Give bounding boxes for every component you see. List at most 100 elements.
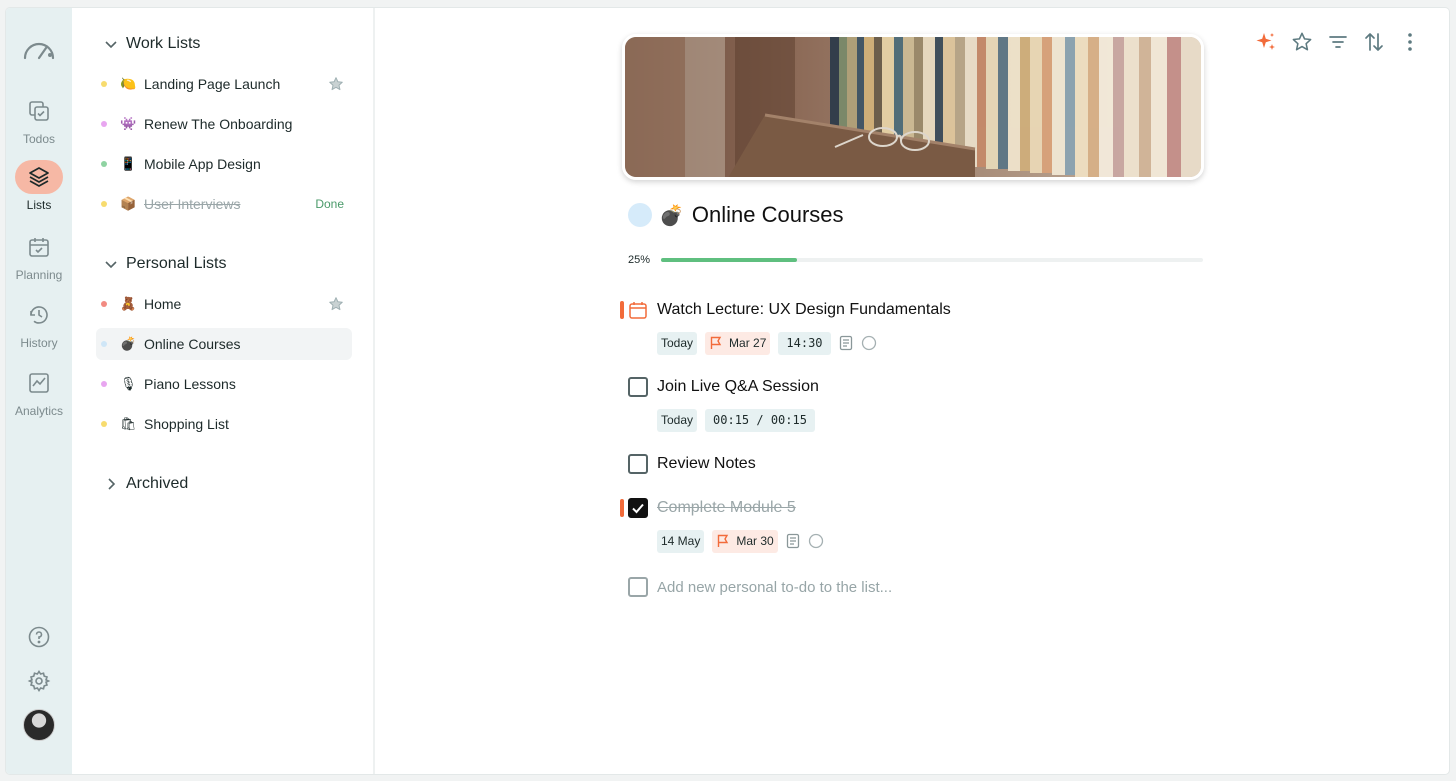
task-item: Review Notes bbox=[620, 451, 1210, 477]
cover-image[interactable] bbox=[622, 34, 1204, 180]
list-item[interactable]: 🎙 Piano Lessons bbox=[96, 368, 352, 400]
task-title[interactable]: Review Notes bbox=[657, 455, 756, 473]
sort-button[interactable] bbox=[1363, 32, 1385, 56]
note-icon[interactable] bbox=[786, 533, 800, 549]
list-color-dot bbox=[101, 121, 107, 127]
list-item[interactable]: 🛍 Shopping List bbox=[96, 408, 352, 440]
list-emoji-icon: 👾 bbox=[120, 116, 137, 132]
list-color-dot bbox=[101, 161, 107, 167]
rail-item-todos[interactable]: Todos bbox=[6, 94, 72, 146]
sort-arrows-icon bbox=[1363, 31, 1385, 58]
task-meta: 14 May Mar 30 bbox=[657, 529, 1210, 553]
new-task-checkbox[interactable] bbox=[628, 577, 648, 597]
page-title[interactable]: Online Courses bbox=[692, 202, 844, 228]
list-item-label: Mobile App Design bbox=[144, 156, 261, 172]
progress-track bbox=[661, 258, 1203, 262]
list-emoji-icon: 📱 bbox=[120, 156, 137, 172]
favorite-button[interactable] bbox=[1291, 32, 1313, 56]
new-task-row: Add new personal to-do to the list... bbox=[620, 574, 1210, 600]
list-item[interactable]: 🧸 Home bbox=[96, 288, 352, 320]
timer-chip[interactable]: 00:15 / 00:15 bbox=[705, 408, 815, 432]
list-color-dot bbox=[101, 381, 107, 387]
section-archived[interactable]: Archived bbox=[104, 472, 188, 496]
list-emoji-icon: 🛍 bbox=[120, 416, 137, 432]
list-color-dot bbox=[101, 201, 107, 207]
sparkle-icon bbox=[1255, 31, 1277, 58]
list-item-label: Online Courses bbox=[144, 336, 241, 352]
chevron-down-icon bbox=[104, 257, 126, 271]
filter-icon bbox=[1327, 31, 1349, 58]
rail-item-planning[interactable]: Planning bbox=[6, 230, 72, 282]
list-item-label: Home bbox=[144, 296, 182, 312]
status-circle-icon[interactable] bbox=[861, 335, 877, 351]
list-item-label: Shopping List bbox=[144, 416, 229, 432]
gear-icon bbox=[27, 669, 51, 698]
flag-icon bbox=[716, 534, 730, 548]
list-emoji-icon: 📦 bbox=[120, 196, 137, 212]
task-title[interactable]: Watch Lecture: UX Design Fundamentals bbox=[657, 301, 951, 319]
priority-marker bbox=[620, 455, 624, 473]
deadline-text: Mar 27 bbox=[729, 336, 767, 350]
pin-star-icon[interactable] bbox=[328, 296, 344, 312]
list-emoji-icon: 🧸 bbox=[120, 296, 137, 312]
task-title[interactable]: Complete Module 5 bbox=[657, 499, 796, 517]
list-item[interactable]: 📱 Mobile App Design bbox=[96, 148, 352, 180]
note-icon[interactable] bbox=[839, 335, 853, 351]
task-checkbox-checked[interactable] bbox=[628, 498, 648, 518]
chart-icon bbox=[15, 366, 63, 400]
rail-label: Planning bbox=[15, 268, 63, 282]
section-work-lists[interactable]: Work Lists bbox=[104, 32, 200, 56]
filter-button[interactable] bbox=[1327, 32, 1349, 56]
due-date-chip[interactable]: 14 May bbox=[657, 529, 705, 553]
due-date-chip[interactable]: Today bbox=[657, 331, 698, 355]
deadline-text: Mar 30 bbox=[736, 534, 774, 548]
rail-item-lists[interactable]: Lists bbox=[6, 160, 72, 212]
time-chip[interactable]: 14:30 bbox=[778, 331, 831, 355]
settings-button[interactable] bbox=[6, 669, 72, 698]
help-button[interactable] bbox=[6, 625, 72, 654]
task-title[interactable]: Join Live Q&A Session bbox=[657, 378, 819, 396]
bomb-emoji-icon[interactable]: 💣 bbox=[659, 203, 684, 227]
priority-marker bbox=[620, 578, 624, 596]
list-item-label: Landing Page Launch bbox=[144, 76, 281, 92]
section-personal-lists[interactable]: Personal Lists bbox=[104, 252, 227, 276]
progress-bar: 25% bbox=[628, 252, 1203, 268]
task-checkbox[interactable] bbox=[628, 377, 648, 397]
list-item[interactable]: 🍋 Landing Page Launch bbox=[96, 68, 352, 100]
progress-fill bbox=[661, 258, 797, 262]
pin-star-icon[interactable] bbox=[328, 76, 344, 92]
list-detail: 💣 Online Courses 25% Watch Lecture: UX D… bbox=[377, 8, 1449, 774]
list-item[interactable]: 💣 Online Courses bbox=[96, 328, 352, 360]
task-checkbox[interactable] bbox=[628, 454, 648, 474]
list-item[interactable]: 👾 Renew The Onboarding bbox=[96, 108, 352, 140]
help-icon bbox=[27, 625, 51, 654]
priority-marker bbox=[620, 301, 624, 319]
list-color-dot bbox=[101, 81, 107, 87]
rail-label: Analytics bbox=[14, 404, 64, 418]
calendar-task-icon[interactable] bbox=[628, 300, 648, 320]
status-circle-icon[interactable] bbox=[808, 533, 824, 549]
checkmark-icon bbox=[632, 503, 644, 514]
deadline-chip[interactable]: Mar 27 bbox=[705, 331, 771, 355]
nav-rail: Todos Lists Planning History Analytics bbox=[6, 8, 72, 774]
calendar-icon bbox=[15, 230, 63, 264]
rail-item-analytics[interactable]: Analytics bbox=[6, 366, 72, 418]
list-item[interactable]: 📦 User Interviews Done bbox=[96, 188, 352, 220]
list-color-dot bbox=[101, 341, 107, 347]
more-button[interactable] bbox=[1399, 32, 1421, 56]
rail-item-history[interactable]: History bbox=[6, 298, 72, 350]
list-item-label: Piano Lessons bbox=[144, 376, 236, 392]
deadline-chip[interactable]: Mar 30 bbox=[712, 529, 778, 553]
avatar bbox=[23, 709, 55, 741]
history-icon bbox=[15, 298, 63, 332]
user-avatar-button[interactable] bbox=[6, 709, 72, 741]
list-item-label: User Interviews bbox=[144, 196, 241, 212]
star-icon bbox=[1291, 31, 1313, 58]
section-title: Archived bbox=[126, 475, 189, 492]
due-date-chip[interactable]: Today bbox=[657, 408, 698, 432]
new-task-input[interactable]: Add new personal to-do to the list... bbox=[657, 579, 892, 596]
list-color-dot[interactable] bbox=[628, 203, 652, 227]
priority-marker bbox=[620, 499, 624, 517]
ai-sparkle-button[interactable] bbox=[1255, 32, 1277, 56]
list-emoji-icon: 💣 bbox=[120, 336, 137, 352]
